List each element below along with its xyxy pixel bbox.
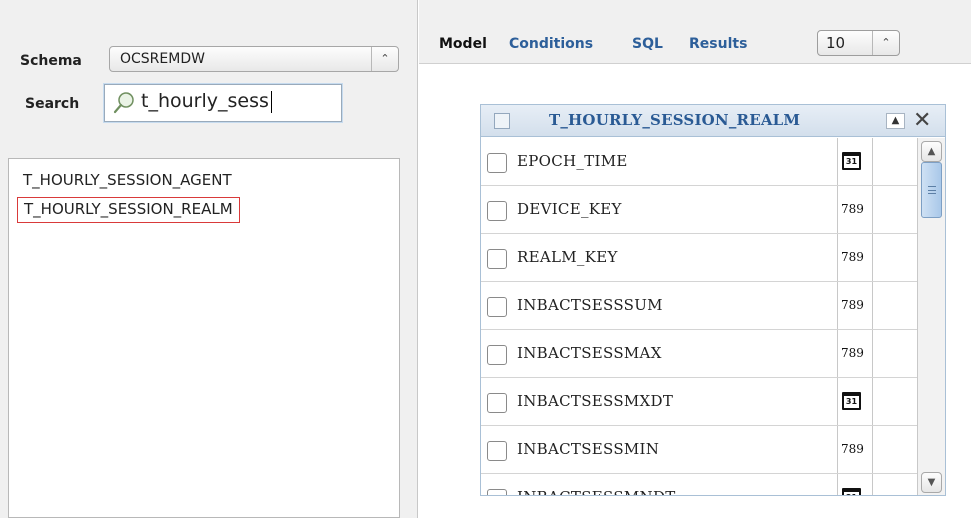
- number-icon: 789: [841, 298, 864, 312]
- column-checkbox[interactable]: [487, 345, 507, 365]
- table-widget-header[interactable]: T_HOURLY_SESSION_REALM ▲ ✕: [481, 105, 945, 137]
- column-checkbox[interactable]: [487, 153, 507, 173]
- vertical-scrollbar[interactable]: ▲ ▼: [917, 138, 945, 495]
- scroll-up-icon[interactable]: ▲: [921, 141, 942, 162]
- tab-sql[interactable]: SQL: [632, 36, 663, 52]
- table-widget-title: T_HOURLY_SESSION_REALM: [549, 111, 801, 129]
- updown-chevron-icon: ⌃: [872, 31, 899, 55]
- results-limit-select[interactable]: 10 ⌃: [817, 30, 900, 56]
- table-image-icon[interactable]: [494, 113, 510, 129]
- grip-icon: [928, 186, 936, 194]
- column-type-cell: 789: [837, 186, 873, 233]
- right-panel: Model Conditions SQL Results 10 ⌃ T_HOUR…: [419, 0, 971, 518]
- column-row[interactable]: INBACTSESSMNDT 31: [481, 474, 917, 495]
- column-checkbox[interactable]: [487, 489, 507, 495]
- number-icon: 789: [841, 346, 864, 360]
- search-input[interactable]: t_hourly_sess: [104, 84, 342, 122]
- column-checkbox[interactable]: [487, 441, 507, 461]
- column-row[interactable]: EPOCH_TIME 31: [481, 138, 917, 186]
- column-name: REALM_KEY: [517, 248, 618, 266]
- number-icon: 789: [841, 202, 864, 216]
- column-name: INBACTSESSMXDT: [517, 392, 674, 410]
- column-type-cell: 789: [837, 426, 873, 473]
- column-row[interactable]: INBACTSESSMIN 789: [481, 426, 917, 474]
- scroll-down-icon[interactable]: ▼: [921, 472, 942, 493]
- column-name: INBACTSESSMAX: [517, 344, 662, 362]
- column-name: INBACTSESSSUM: [517, 296, 663, 314]
- magnifier-icon: [113, 92, 134, 114]
- tab-results[interactable]: Results: [689, 36, 747, 52]
- column-type-cell: 31: [837, 138, 873, 185]
- column-name: DEVICE_KEY: [517, 200, 622, 218]
- scrollbar-thumb[interactable]: [921, 162, 942, 218]
- table-list-item-selected[interactable]: T_HOURLY_SESSION_REALM: [17, 197, 240, 223]
- table-list-item[interactable]: T_HOURLY_SESSION_AGENT: [17, 167, 232, 193]
- schema-select-value: OCSREMDW: [120, 51, 205, 67]
- column-checkbox[interactable]: [487, 297, 507, 317]
- column-row[interactable]: REALM_KEY 789: [481, 234, 917, 282]
- calendar-icon: 31: [842, 392, 861, 410]
- column-row[interactable]: DEVICE_KEY 789: [481, 186, 917, 234]
- column-row[interactable]: INBACTSESSMAX 789: [481, 330, 917, 378]
- column-type-cell: 789: [837, 282, 873, 329]
- number-icon: 789: [841, 250, 864, 264]
- schema-select[interactable]: OCSREMDW ⌃: [109, 46, 399, 72]
- results-limit-value: 10: [826, 34, 846, 52]
- column-name: INBACTSESSMIN: [517, 440, 660, 458]
- updown-chevron-icon: ⌃: [371, 47, 398, 71]
- column-type-cell: 789: [837, 330, 873, 377]
- text-caret: [270, 90, 272, 113]
- tab-bar: Model Conditions SQL Results 10 ⌃: [419, 0, 971, 64]
- column-type-cell: 789: [837, 234, 873, 281]
- number-icon: 789: [841, 442, 864, 456]
- column-type-cell: 31: [837, 378, 873, 425]
- column-checkbox[interactable]: [487, 249, 507, 269]
- column-checkbox[interactable]: [487, 393, 507, 413]
- left-panel: Schema OCSREMDW ⌃ Search t_hourly_sess T…: [0, 0, 418, 518]
- column-type-cell: 31: [837, 474, 873, 495]
- table-list[interactable]: T_HOURLY_SESSION_AGENT T_HOURLY_SESSION_…: [8, 158, 400, 518]
- schema-label: Schema: [20, 53, 82, 69]
- close-icon[interactable]: ✕: [913, 108, 931, 133]
- tab-conditions[interactable]: Conditions: [509, 36, 593, 52]
- search-label: Search: [25, 96, 80, 112]
- column-name: EPOCH_TIME: [517, 152, 628, 170]
- column-row[interactable]: INBACTSESSMXDT 31: [481, 378, 917, 426]
- search-input-value: t_hourly_sess: [141, 90, 269, 112]
- table-widget[interactable]: T_HOURLY_SESSION_REALM ▲ ✕ EPOCH_TIME 31…: [480, 104, 946, 496]
- calendar-icon: 31: [842, 488, 861, 495]
- collapse-up-icon[interactable]: ▲: [886, 113, 905, 129]
- calendar-icon: 31: [842, 152, 861, 170]
- tab-model[interactable]: Model: [439, 36, 487, 52]
- column-name: INBACTSESSMNDT: [517, 488, 676, 495]
- column-row[interactable]: INBACTSESSSUM 789: [481, 282, 917, 330]
- column-checkbox[interactable]: [487, 201, 507, 221]
